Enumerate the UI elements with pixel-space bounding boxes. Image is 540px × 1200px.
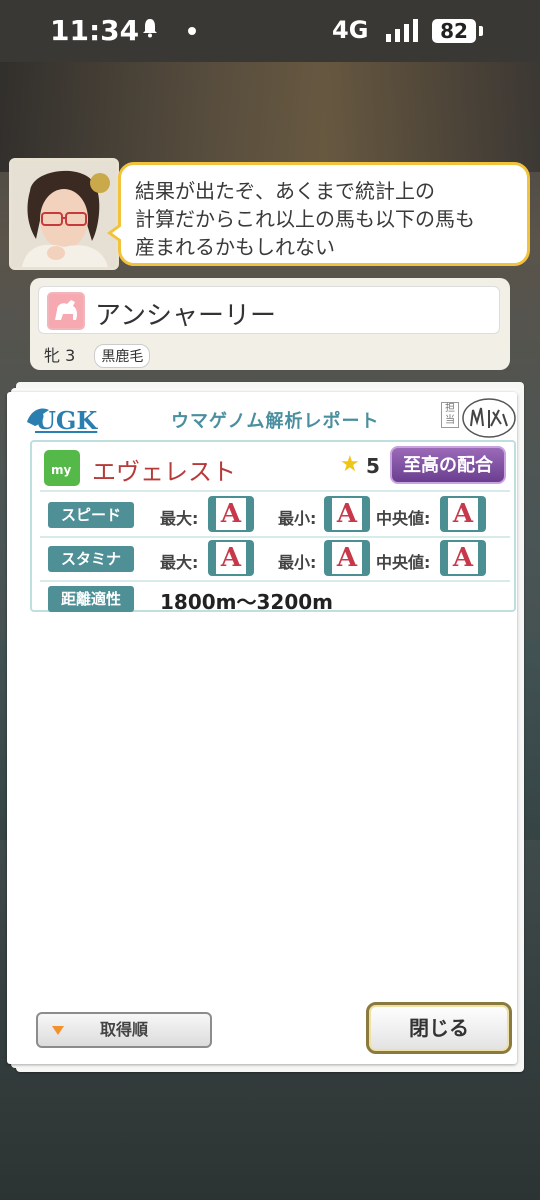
combo-badge: 至高の配合 — [390, 446, 506, 484]
close-button[interactable]: 閉じる — [366, 1002, 512, 1054]
battery-level: 82 — [432, 19, 476, 43]
background-scene — [0, 62, 540, 172]
factor-name: エヴェレスト — [92, 458, 236, 486]
stamp: 担当 — [441, 396, 517, 440]
star-icon: ★ — [340, 452, 360, 477]
battery-icon — [479, 26, 483, 36]
speed-label: スピード — [48, 502, 134, 528]
horse-coat-badge: 黒鹿毛 — [94, 344, 151, 368]
star-rating: 5 — [366, 454, 380, 478]
status-bar: 11:34 4G 82 — [0, 0, 540, 62]
dropdown-arrow-icon — [52, 1026, 64, 1035]
sort-order-label: 取得順 — [99, 1020, 148, 1039]
horse-sex-age: 牝 3 — [44, 346, 76, 365]
horse-card: アンシャーリー 牝 3 黒鹿毛 — [30, 278, 510, 370]
dialogue-line-3: 産まれるかもしれない — [135, 235, 335, 259]
stamina-label: スタミナ — [48, 546, 134, 572]
stamina-median-label: 中央値: — [376, 553, 431, 572]
stamina-max-grade: A — [208, 540, 254, 576]
horse-icon — [47, 292, 85, 330]
speed-min-label: 最小: — [278, 509, 317, 528]
my-badge-text: my — [51, 463, 72, 477]
researcher-portrait-icon — [12, 161, 116, 267]
divider — [40, 536, 510, 538]
distance-label: 距離適性 — [48, 586, 134, 612]
distance-value: 1800m〜3200m — [160, 590, 334, 614]
status-time: 11:34 — [50, 14, 140, 47]
my-badge-icon: my — [44, 450, 80, 486]
divider — [40, 580, 510, 582]
horse-meta: 牝 3 黒鹿毛 — [44, 342, 151, 368]
stamina-min-grade: A — [324, 540, 370, 576]
signal-strength-icon — [386, 19, 418, 42]
notification-bell-icon — [143, 19, 157, 38]
speech-bubble: 結果が出たぞ、あくまで統計上の 計算だからこれ以上の馬も以下の馬も 産まれるかも… — [107, 162, 530, 266]
dialogue-line-1: 結果が出たぞ、あくまで統計上の — [135, 179, 435, 203]
speaker-portrait — [9, 158, 119, 270]
stamina-min-label: 最小: — [278, 553, 317, 572]
speed-min-grade: A — [324, 496, 370, 532]
speed-median-label: 中央値: — [376, 509, 431, 528]
factor-info-box: my エヴェレスト ★ 5 至高の配合 スピード 最大: A 最小: A 中央値… — [30, 440, 516, 614]
notification-dot-icon — [188, 27, 196, 35]
speed-max-label: 最大: — [160, 509, 199, 528]
dialogue-line-2: 計算だからこれ以上の馬も以下の馬も — [135, 207, 475, 231]
speed-median-grade: A — [440, 496, 486, 532]
horse-name: アンシャーリー — [95, 301, 276, 331]
signature-stamp-icon — [462, 398, 516, 438]
speed-max-grade: A — [208, 496, 254, 532]
report-title: ウマゲノム解析レポート — [171, 411, 380, 432]
divider — [40, 490, 510, 492]
network-type: 4G — [332, 16, 369, 44]
horse-name-box: アンシャーリー — [38, 286, 500, 334]
stamina-median-grade: A — [440, 540, 486, 576]
stamina-max-label: 最大: — [160, 553, 199, 572]
genome-report-panel: UGK ウマゲノム解析レポート 担当 my エヴェレスト ★ 5 至高の配合 ス… — [7, 392, 517, 1064]
ugk-logo: UGK — [35, 406, 98, 435]
sort-order-button[interactable]: 取得順 — [36, 1012, 212, 1048]
